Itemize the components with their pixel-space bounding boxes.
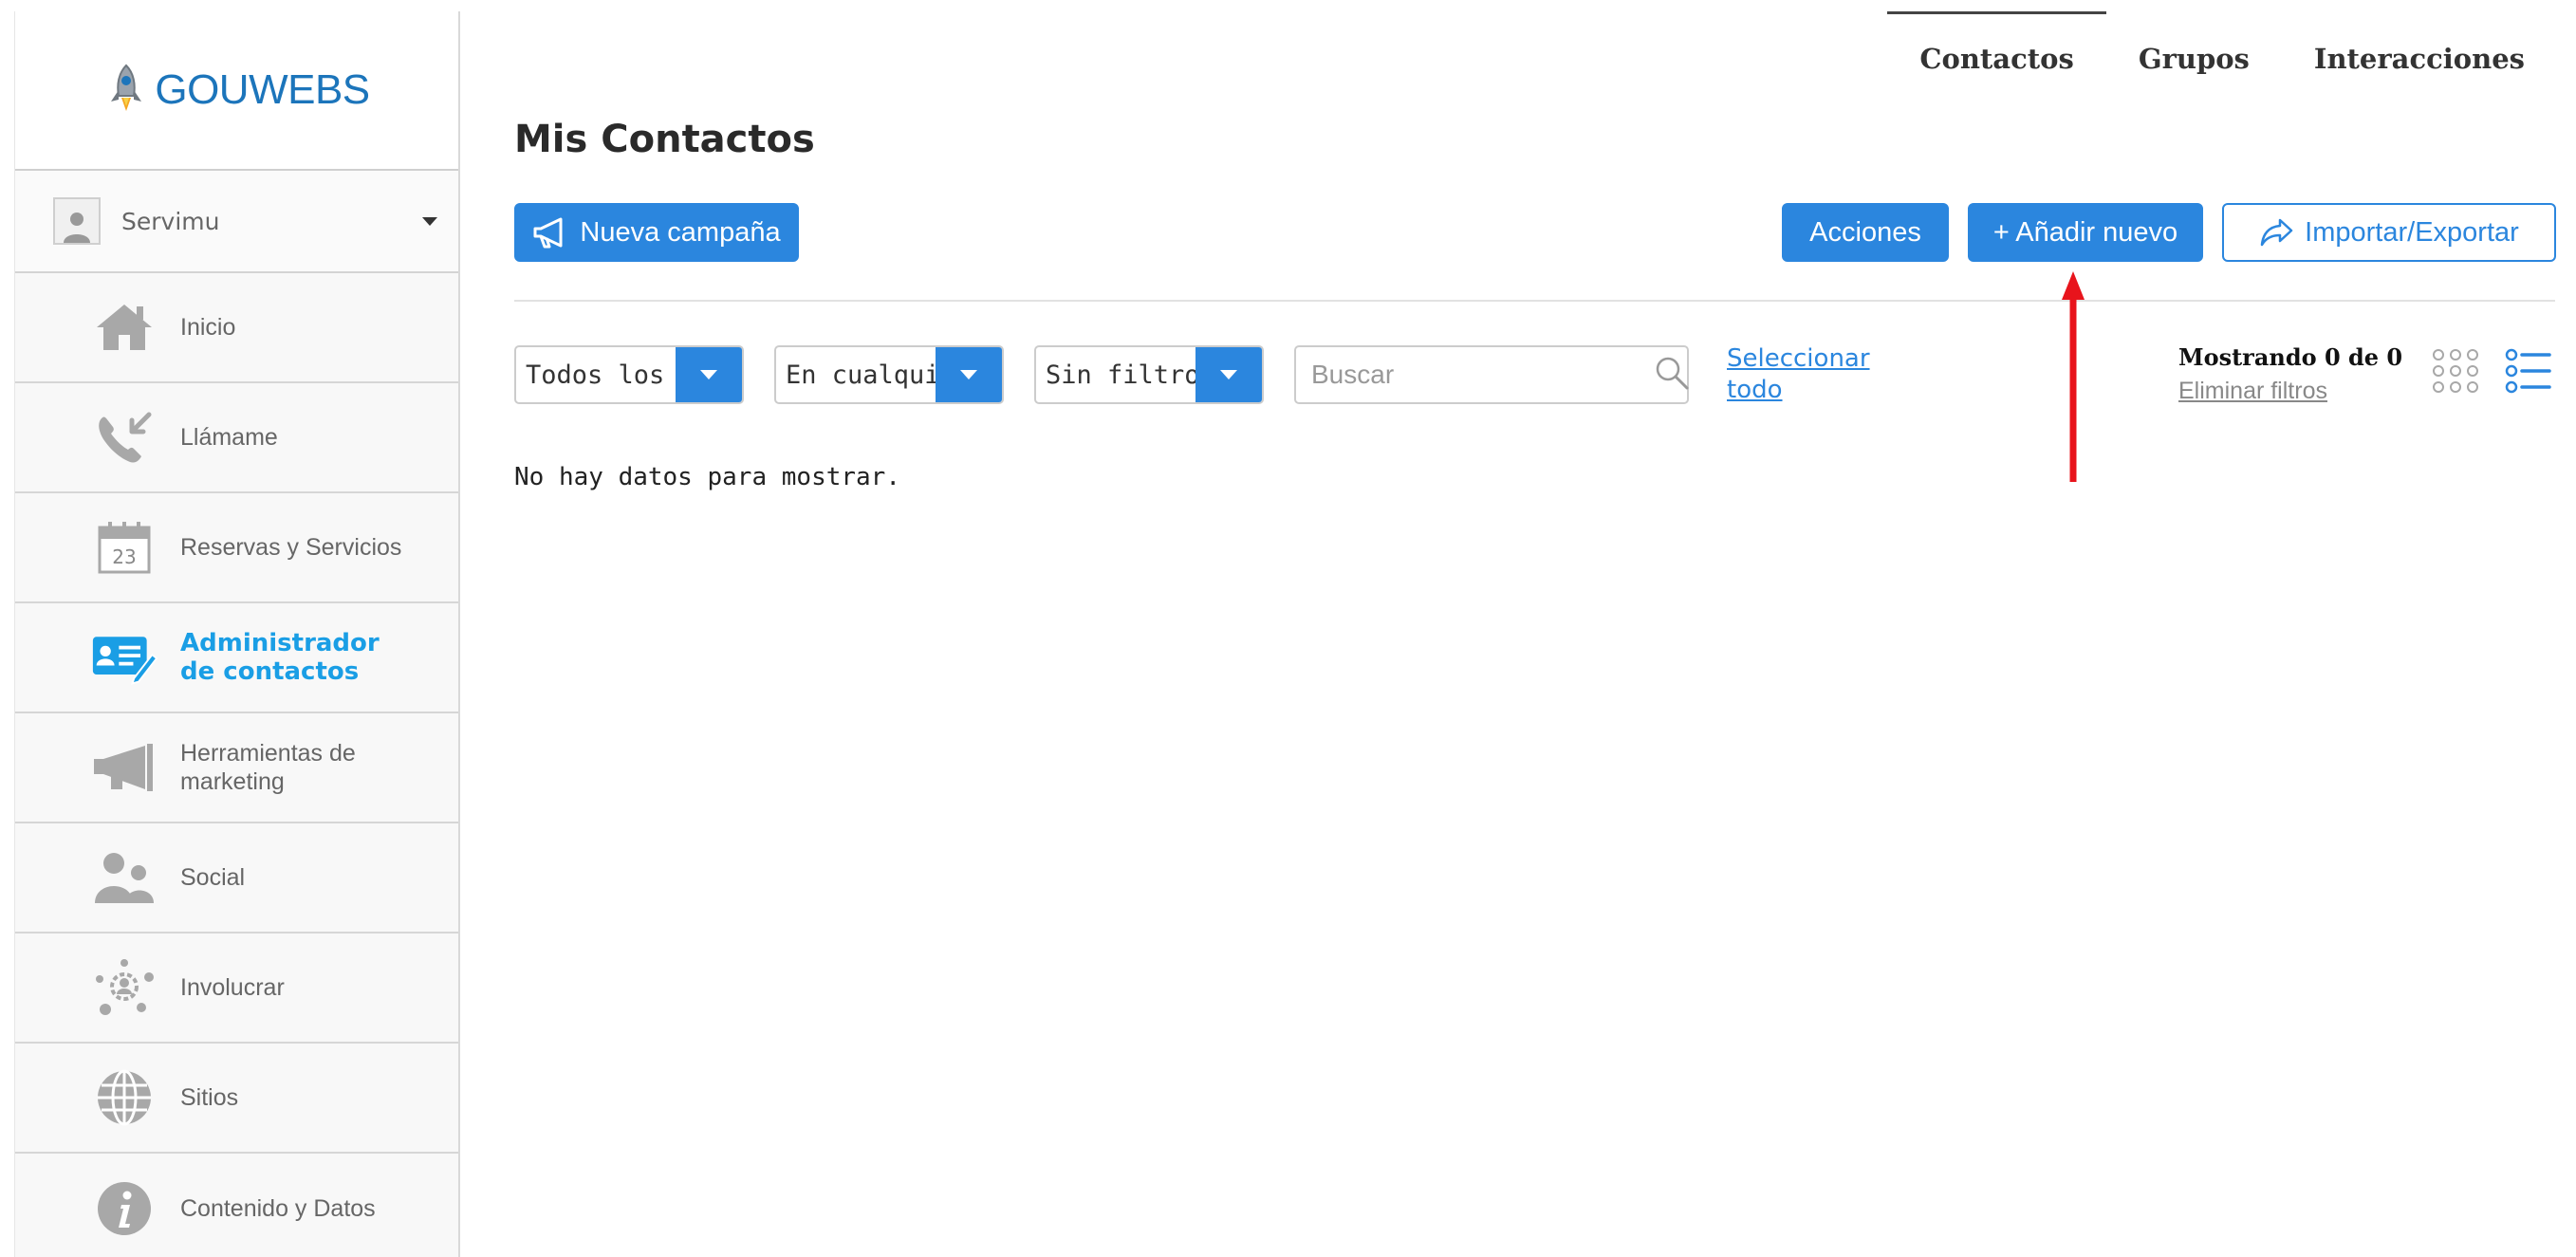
chevron-down-icon[interactable] [422, 216, 437, 226]
tab-contactos[interactable]: Contactos [1887, 11, 2107, 106]
info-icon [91, 1175, 158, 1242]
new-campaign-button[interactable]: Nueva campaña [514, 203, 799, 262]
select-all-link[interactable]: Seleccionar todo [1727, 343, 1870, 406]
network-icon [91, 954, 158, 1021]
sidebar-item-inicio[interactable]: Inicio [15, 273, 458, 383]
groups-select[interactable]: Todos los grupos [514, 345, 744, 404]
sidebar-item-label: Contenido y Datos [180, 1195, 376, 1222]
results-count: Mostrando 0 de 0 [2178, 343, 2403, 371]
clear-filters-link[interactable]: Eliminar filtros [2178, 378, 2327, 405]
chevron-down-icon[interactable] [1195, 347, 1262, 402]
sidebar-item-contactos[interactable]: Administrador de contactos [15, 603, 458, 713]
sidebar-item-label: Sitios [180, 1084, 239, 1111]
home-icon [91, 294, 158, 360]
contacts-card-icon [91, 624, 158, 691]
match-select-value: En cualquier [786, 360, 936, 390]
select-all-line1: Seleccionar [1727, 344, 1870, 373]
match-select[interactable]: En cualquier [774, 345, 1004, 404]
tab-interacciones[interactable]: Interacciones [2282, 11, 2557, 106]
rocket-icon [103, 62, 149, 119]
divider [514, 300, 2555, 302]
phone-icon [91, 404, 158, 471]
user-selector[interactable]: Servimu [15, 171, 458, 273]
page-title: Mis Contactos [514, 118, 815, 161]
megaphone-outline-icon [532, 216, 568, 249]
sidebar-item-label: Social [180, 864, 246, 891]
grid-view-icon[interactable] [2431, 347, 2482, 398]
share-icon [2259, 217, 2293, 248]
sidebar-item-contenido[interactable]: Contenido y Datos [15, 1154, 458, 1257]
actions-button[interactable]: Acciones [1782, 203, 1949, 262]
filter-select[interactable]: Sin filtro [1034, 345, 1264, 404]
search-icon[interactable] [1654, 355, 1690, 395]
sidebar-item-label: Involucrar [180, 974, 285, 1001]
sidebar-item-label: Reservas y Servicios [180, 534, 402, 561]
search-input[interactable] [1311, 360, 1654, 390]
empty-state-message: No hay datos para mostrar. [514, 463, 900, 491]
list-view-icon[interactable] [2505, 347, 2552, 398]
user-name: Servimu [121, 207, 220, 235]
sidebar-item-reservas[interactable]: 23 Reservas y Servicios [15, 493, 458, 603]
sidebar: GOUWEBS Servimu Inicio Llámame 23 Reserv… [14, 11, 460, 1257]
chevron-down-icon[interactable] [676, 347, 742, 402]
logo-text: GOUWEBS [155, 66, 370, 113]
sidebar-item-social[interactable]: Social [15, 823, 458, 934]
search-box [1294, 345, 1689, 404]
add-new-button[interactable]: + Añadir nuevo [1968, 203, 2203, 262]
sidebar-item-marketing[interactable]: Herramientas de marketing [15, 713, 458, 823]
tab-grupos[interactable]: Grupos [2106, 11, 2282, 106]
sidebar-item-label: Inicio [180, 314, 236, 341]
new-campaign-label: Nueva campaña [580, 216, 781, 248]
user-avatar-icon [53, 197, 101, 245]
people-icon [91, 844, 158, 911]
globe-icon [91, 1064, 158, 1131]
calendar-icon: 23 [91, 514, 158, 581]
sidebar-item-label: Herramientas de marketing [180, 740, 356, 795]
calendar-day: 23 [112, 545, 136, 568]
filter-select-value: Sin filtro [1046, 360, 1195, 390]
annotation-arrow-icon [2059, 268, 2087, 495]
sidebar-item-label: Llámame [180, 424, 278, 451]
sidebar-item-label: Administrador de contactos [180, 629, 380, 686]
logo[interactable]: GOUWEBS [15, 11, 458, 171]
sidebar-item-involucrar[interactable]: Involucrar [15, 934, 458, 1044]
import-export-button[interactable]: Importar/Exportar [2222, 203, 2556, 262]
select-all-line2: todo [1727, 376, 1783, 404]
megaphone-icon [91, 734, 158, 801]
sidebar-item-llamame[interactable]: Llámame [15, 383, 458, 493]
chevron-down-icon[interactable] [936, 347, 1002, 402]
import-export-label: Importar/Exportar [2305, 216, 2519, 248]
sidebar-item-sitios[interactable]: Sitios [15, 1044, 458, 1154]
top-tabs: Contactos Grupos Interacciones [1887, 11, 2557, 106]
groups-select-value: Todos los grupos [526, 360, 676, 390]
